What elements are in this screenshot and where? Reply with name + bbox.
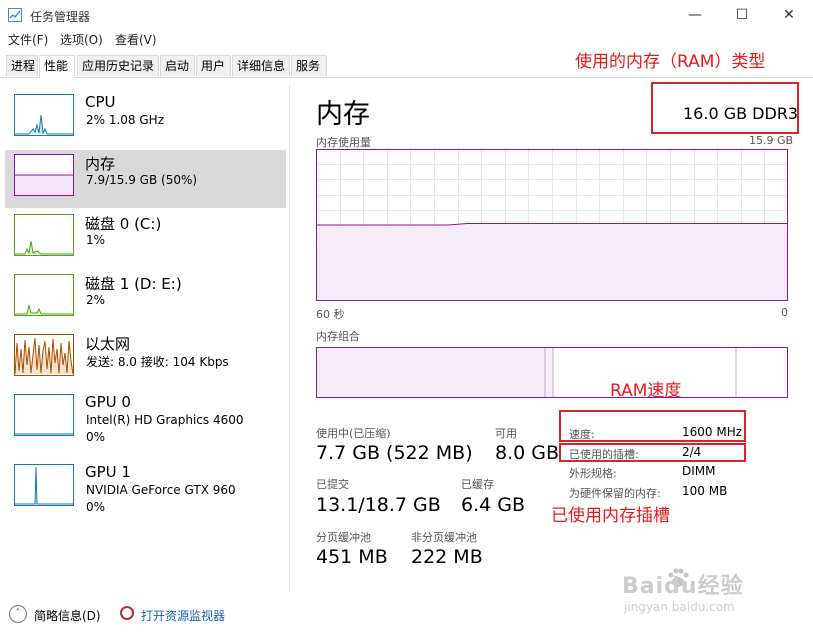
sidebar-item-name: GPU 1 [85, 463, 131, 481]
committed-label: 已提交 [316, 478, 349, 491]
sidebar-item-memory[interactable]: 内存 7.9/15.9 GB (50%) [5, 150, 286, 208]
graph-time-left: 60 秒 [316, 308, 345, 321]
paged-pool-label: 分页缓冲池 [316, 531, 371, 544]
graph-time-right: 0 [781, 306, 788, 319]
memory-usage-fill [316, 223, 788, 301]
annotation-ram-speed: RAM速度 [610, 381, 682, 401]
available-label: 可用 [495, 427, 517, 440]
nonpaged-pool-value: 222 MB [411, 546, 483, 568]
sidebar-item-name: GPU 0 [85, 393, 131, 411]
memory-composition-label: 内存组合 [316, 330, 360, 343]
menu-file[interactable]: 文件(F) [8, 31, 48, 48]
sidebar-item-detail: NVIDIA GeForce GTX 960 [86, 483, 236, 497]
baidu-watermark: Baidu经验 jingyan.baidu.com [622, 562, 807, 622]
gpu1-thumbnail-graph [14, 464, 74, 506]
tab-performance[interactable]: 性能 [39, 55, 75, 78]
form-factor-value: DIMM [682, 464, 716, 478]
tab-startup[interactable]: 启动 [160, 55, 195, 76]
sidebar-item-name: 磁盘 0 (C:) [85, 215, 162, 233]
sidebar-item-disk0[interactable]: 磁盘 0 (C:) 1% [5, 210, 286, 268]
page-title: 内存 [316, 99, 370, 130]
cpu-thumbnail-graph [14, 94, 74, 136]
cached-value: 6.4 GB [461, 494, 526, 516]
tab-details[interactable]: 详细信息 [232, 55, 290, 76]
form-factor-label: 外形规格: [569, 467, 617, 480]
window-title: 任务管理器 [30, 10, 91, 24]
sidebar-item-name: 内存 [85, 155, 116, 173]
sidebar-item-name: 磁盘 1 (D: E:) [85, 275, 182, 293]
fewer-details-button[interactable]: 简略信息(D) [34, 607, 101, 624]
highlight-ram-speed [559, 410, 746, 442]
highlight-slots-used [559, 443, 746, 462]
tab-services[interactable]: 服务 [291, 55, 327, 76]
annotation-ram-type: 使用的内存（RAM）类型 [575, 52, 766, 72]
sidebar-item-name: 以太网 [85, 335, 131, 353]
chevron-up-icon[interactable]: ˄ [9, 605, 27, 623]
tab-users[interactable]: 用户 [196, 55, 231, 76]
memory-usage-graph [316, 149, 788, 301]
sidebar-item-detail: 发送: 8.0 接收: 104 Kbps [86, 355, 229, 369]
minimize-button[interactable]: — [672, 0, 718, 30]
disk1-thumbnail-graph [14, 274, 74, 316]
sidebar-item-name: CPU [85, 93, 116, 111]
disk0-thumbnail-graph [14, 214, 74, 256]
sidebar-item-gpu1[interactable]: GPU 1 NVIDIA GeForce GTX 960 0% [5, 460, 286, 518]
memory-composition-bar [316, 347, 788, 398]
hardware-reserved-value: 100 MB [682, 484, 728, 498]
sidebar-item-gpu0[interactable]: GPU 0 Intel(R) HD Graphics 4600 0% [5, 390, 286, 448]
available-value: 8.0 GB [495, 442, 560, 464]
sidebar-item-usage: 0% [86, 500, 106, 514]
memory-usage-max: 15.9 GB [749, 134, 794, 147]
sidebar-item-detail: Intel(R) HD Graphics 4600 [86, 413, 244, 427]
in-use-label: 使用中(已压缩) [316, 427, 391, 440]
highlight-ram-type [651, 82, 799, 134]
annotation-slots-used: 已使用内存插槽 [551, 506, 670, 526]
paged-pool-value: 451 MB [316, 546, 388, 568]
sidebar-item-detail: 7.9/15.9 GB (50%) [86, 173, 198, 187]
composition-in-use [316, 347, 546, 398]
cached-label: 已缓存 [461, 478, 494, 491]
sidebar-item-usage: 0% [86, 430, 106, 444]
open-resource-monitor-link[interactable]: 打开资源监视器 [141, 607, 225, 624]
in-use-value: 7.7 GB (522 MB) [316, 442, 473, 464]
maximize-button[interactable]: ☐ [719, 0, 765, 30]
panel-divider [289, 85, 290, 590]
hardware-reserved-label: 为硬件保留的内存: [569, 487, 661, 500]
watermark-brand: Baidu经验 [622, 574, 744, 599]
memory-usage-label: 内存使用量 [316, 136, 371, 149]
memory-thumbnail-graph [14, 154, 74, 196]
committed-value: 13.1/18.7 GB [316, 494, 441, 516]
sidebar-item-ethernet[interactable]: 以太网 发送: 8.0 接收: 104 Kbps [5, 330, 286, 388]
sidebar-item-disk1[interactable]: 磁盘 1 (D: E:) 2% [5, 270, 286, 328]
sidebar-item-detail: 1% [86, 233, 106, 247]
resource-monitor-icon [120, 606, 134, 620]
watermark-url: jingyan.baidu.com [624, 600, 735, 614]
menu-options[interactable]: 选项(O) [60, 31, 103, 48]
nonpaged-pool-label: 非分页缓冲池 [411, 531, 477, 544]
tab-processes[interactable]: 进程 [6, 55, 38, 76]
gpu0-thumbnail-graph [14, 394, 74, 436]
ethernet-thumbnail-graph [14, 334, 74, 376]
composition-modified [544, 347, 554, 398]
sidebar-item-detail: 2% 1.08 GHz [86, 113, 165, 127]
close-button[interactable]: ✕ [766, 0, 812, 30]
sidebar-item-cpu[interactable]: CPU 2% 1.08 GHz [5, 90, 286, 148]
title-bar: 任务管理器 — ☐ ✕ [0, 0, 813, 30]
tab-app-history[interactable]: 应用历史记录 [77, 55, 159, 76]
task-manager-icon [8, 8, 22, 22]
menu-view[interactable]: 查看(V) [115, 31, 157, 48]
sidebar-item-detail: 2% [86, 293, 106, 307]
